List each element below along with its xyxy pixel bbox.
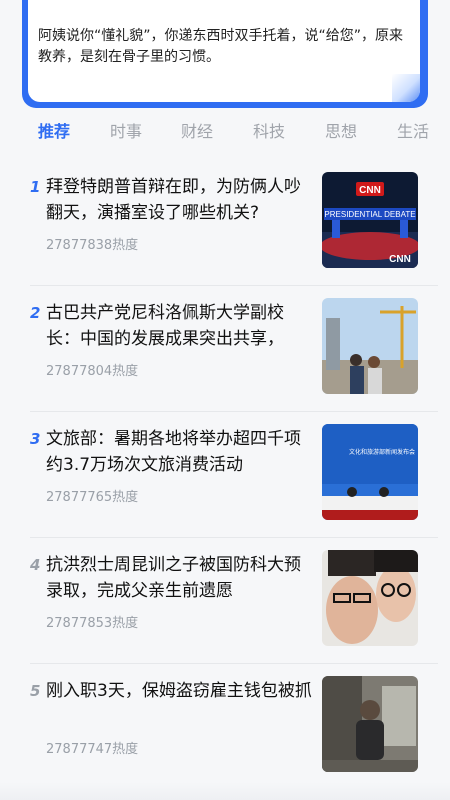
tab-technology[interactable]: 科技 [253, 118, 285, 142]
father-son-photo[interactable] [322, 550, 418, 646]
tab-current-affairs[interactable]: 时事 [110, 118, 142, 142]
list-item[interactable]: 1 拜登特朗普首辩在即，为防俩人吵翻天，演播室设了哪些机关? 27877838热… [0, 160, 450, 286]
news-title[interactable]: 抗洪烈士周昆训之子被国防科大预录取，完成父亲生前遗愿 [46, 552, 316, 604]
news-title[interactable]: 文旅部：暑期各地将举办超四千项约3.7万场次文旅消费活动 [46, 426, 316, 478]
news-title[interactable]: 刚入职3天，保姆盗窃雇主钱包被抓 [46, 678, 316, 704]
tab-thought[interactable]: 思想 [325, 118, 357, 142]
rank-number: 2 [30, 304, 41, 322]
rank-number: 3 [30, 430, 41, 448]
heat-count: 27877804热度 [46, 364, 139, 379]
page-fold-decoration [392, 74, 420, 102]
heat-count: 27877747热度 [46, 742, 139, 757]
heat-count: 27877838热度 [46, 238, 139, 253]
category-tabs: 推荐 时事 财经 科技 思想 生活 [0, 112, 450, 144]
list-item[interactable]: 2 古巴共产党尼科洛佩斯大学副校长：中国的发展成果突出共享， 27877804热… [0, 286, 450, 412]
heat-count: 27877853热度 [46, 616, 139, 631]
cnn-floor-logo-text: CNN [389, 254, 411, 265]
bottom-nav-edge [0, 782, 450, 800]
heat-count: 27877765热度 [46, 490, 139, 505]
rank-number: 4 [30, 556, 41, 574]
rank-number: 1 [30, 178, 41, 196]
tab-life[interactable]: 生活 [397, 118, 429, 142]
tab-recommend[interactable]: 推荐 [38, 118, 70, 142]
featured-card-text: 阿姨说你“懂礼貌”，你递东西时双手托着，说“给您”，原来教养，是刻在骨子里的习惯… [38, 28, 404, 65]
list-item[interactable]: 4 抗洪烈士周昆训之子被国防科大预录取，完成父亲生前遗愿 27877853热度 [0, 538, 450, 664]
news-title[interactable]: 古巴共产党尼科洛佩斯大学副校长：中国的发展成果突出共享， [46, 300, 316, 352]
rank-number: 5 [30, 682, 41, 700]
debate-banner-text: PRESIDENTIAL DEBATE [324, 210, 415, 219]
news-title[interactable]: 拜登特朗普首辩在即，为防俩人吵翻天，演播室设了哪些机关? [46, 174, 316, 226]
cnn-logo-text: CNN [359, 185, 381, 196]
list-item[interactable]: 5 刚入职3天，保姆盗窃雇主钱包被抓 27877747热度 [0, 664, 450, 790]
list-item[interactable]: 3 文旅部：暑期各地将举办超四千项约3.7万场次文旅消费活动 27877765热… [0, 412, 450, 538]
press-banner-text: 文化和旅游部新闻发布会 [349, 448, 415, 456]
featured-card[interactable]: 阿姨说你“懂礼貌”，你递东西时双手托着，说“给您”，原来教养，是刻在骨子里的习惯… [28, 0, 420, 102]
construction-site-image[interactable] [322, 298, 418, 394]
tab-finance[interactable]: 财经 [181, 118, 213, 142]
debate-stage-image[interactable]: PRESIDENTIAL DEBATE CNN CNN [322, 172, 418, 268]
cctv-still-image[interactable] [322, 676, 418, 772]
press-conference-image[interactable]: 文化和旅游部新闻发布会 [322, 424, 418, 520]
